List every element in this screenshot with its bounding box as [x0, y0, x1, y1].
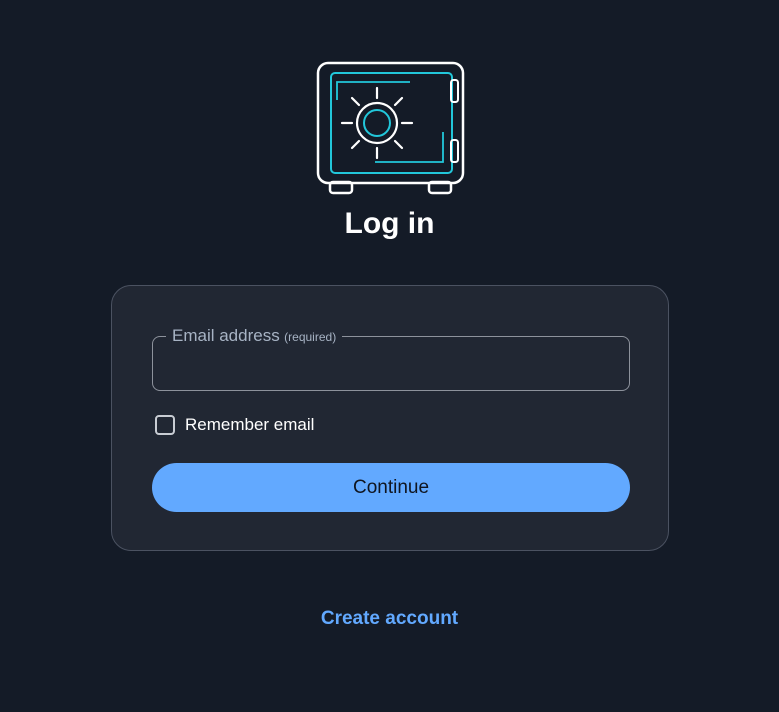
remember-email-label[interactable]: Remember email — [185, 415, 314, 435]
email-required-text: (required) — [284, 330, 337, 344]
create-account-link[interactable]: Create account — [0, 607, 779, 631]
page-title: Log in — [344, 207, 435, 240]
login-card: Email address (required) Remember email … — [111, 285, 669, 551]
remember-email-option[interactable]: Remember email — [155, 413, 314, 437]
email-field[interactable]: Email address (required) — [152, 326, 630, 391]
email-field-label: Email address (required) — [166, 326, 343, 347]
continue-button[interactable]: Continue — [152, 463, 630, 512]
safe-logo-icon — [315, 60, 467, 196]
remember-email-checkbox[interactable] — [155, 415, 175, 435]
email-label-text: Email address — [172, 326, 280, 345]
